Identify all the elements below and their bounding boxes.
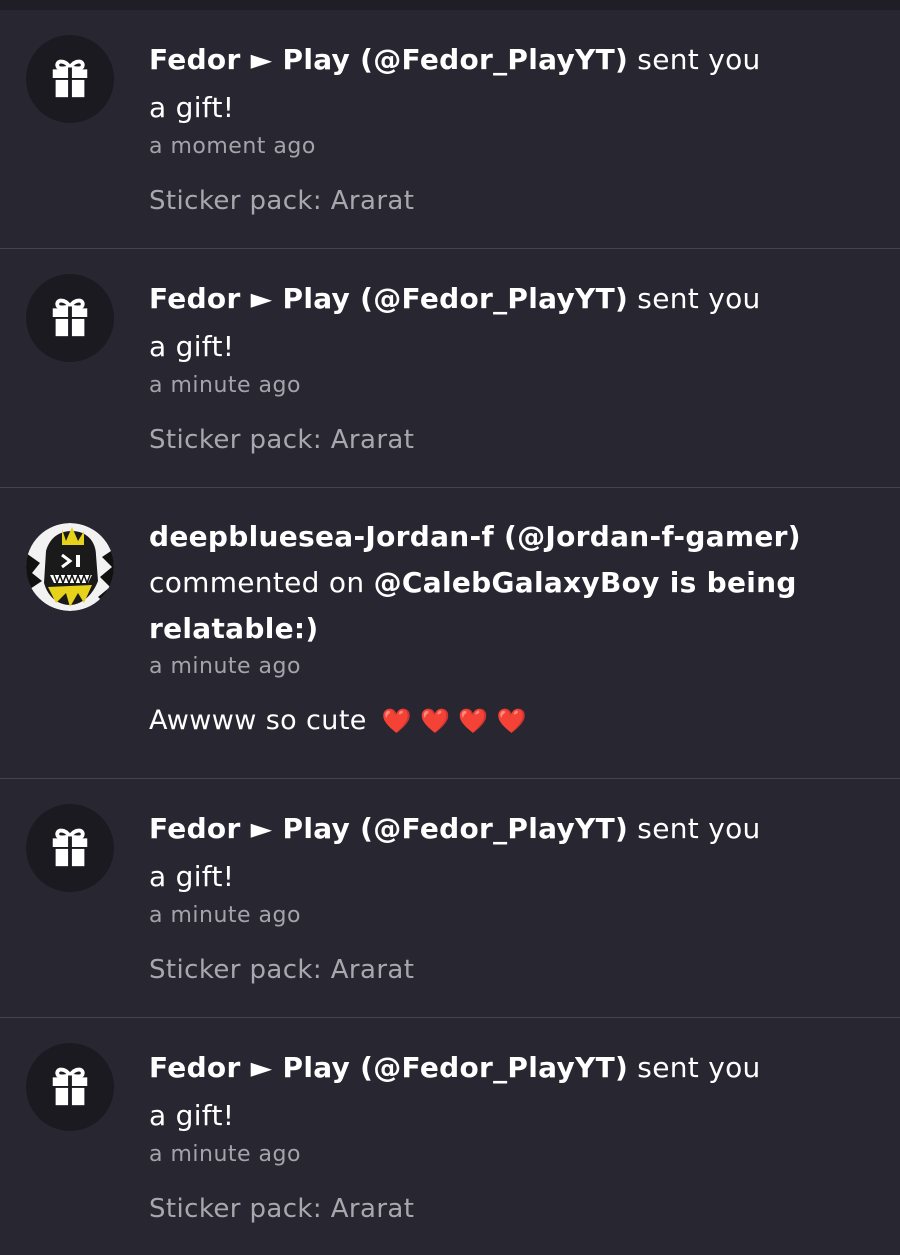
heart-emoji: ❤️ ❤️ ❤️ ❤️ bbox=[381, 707, 528, 735]
notification-list: Fedor ► Play (@Fedor_PlayYT) sent you a … bbox=[0, 10, 900, 1255]
comment-text: Awwww so cute ❤️ ❤️ ❤️ ❤️ bbox=[149, 704, 840, 738]
notification-text: Fedor ► Play (@Fedor_PlayYT) sent you a … bbox=[149, 36, 840, 132]
actor-name[interactable]: Fedor ► Play (@Fedor_PlayYT) bbox=[149, 43, 628, 76]
notification-item[interactable]: Fedor ► Play (@Fedor_PlayYT) sent you a … bbox=[0, 1018, 900, 1255]
notification-text: deepbluesea-Jordan-f (@Jordan-f-gamer) c… bbox=[149, 514, 840, 652]
notification-text: Fedor ► Play (@Fedor_PlayYT) sent you a … bbox=[149, 1044, 840, 1140]
action-text: sent you bbox=[628, 812, 761, 845]
comment-body: Awwww so cute bbox=[149, 705, 367, 736]
gift-icon bbox=[52, 828, 88, 869]
timestamp: a moment ago bbox=[149, 134, 316, 159]
notification-text: Fedor ► Play (@Fedor_PlayYT) sent you a … bbox=[149, 805, 840, 901]
gift-avatar bbox=[26, 35, 114, 123]
notification-text: Fedor ► Play (@Fedor_PlayYT) sent you a … bbox=[149, 275, 840, 371]
action-text: sent you bbox=[628, 282, 761, 315]
notification-item[interactable]: deepbluesea-Jordan-f (@Jordan-f-gamer) c… bbox=[0, 488, 900, 779]
gift-detail: Sticker pack: Ararat bbox=[149, 1194, 415, 1224]
gift-icon bbox=[52, 1067, 88, 1108]
actor-name[interactable]: Fedor ► Play (@Fedor_PlayYT) bbox=[149, 1051, 628, 1084]
actor-name[interactable]: Fedor ► Play (@Fedor_PlayYT) bbox=[149, 282, 628, 315]
gift-avatar bbox=[26, 274, 114, 362]
action-text: commented on bbox=[149, 566, 374, 599]
actor-name[interactable]: deepbluesea-Jordan-f (@Jordan-f-gamer) bbox=[149, 520, 801, 553]
gift-icon bbox=[52, 59, 88, 100]
top-bar bbox=[0, 0, 900, 10]
timestamp: a minute ago bbox=[149, 654, 301, 679]
action-text: sent you bbox=[628, 43, 761, 76]
notification-item[interactable]: Fedor ► Play (@Fedor_PlayYT) sent you a … bbox=[0, 10, 900, 249]
action-text: sent you bbox=[628, 1051, 761, 1084]
notification-item[interactable]: Fedor ► Play (@Fedor_PlayYT) sent you a … bbox=[0, 779, 900, 1018]
action-text-2: a gift! bbox=[149, 860, 235, 893]
gift-icon bbox=[52, 298, 88, 339]
user-avatar[interactable] bbox=[26, 523, 114, 611]
actor-name[interactable]: Fedor ► Play (@Fedor_PlayYT) bbox=[149, 812, 628, 845]
gift-avatar bbox=[26, 804, 114, 892]
action-text-2: a gift! bbox=[149, 91, 235, 124]
action-text-2: a gift! bbox=[149, 330, 235, 363]
gift-detail: Sticker pack: Ararat bbox=[149, 425, 415, 455]
timestamp: a minute ago bbox=[149, 373, 301, 398]
character-avatar-image bbox=[26, 523, 114, 611]
action-text-2: a gift! bbox=[149, 1099, 235, 1132]
notification-item[interactable]: Fedor ► Play (@Fedor_PlayYT) sent you a … bbox=[0, 249, 900, 488]
timestamp: a minute ago bbox=[149, 1142, 301, 1167]
gift-detail: Sticker pack: Ararat bbox=[149, 955, 415, 985]
timestamp: a minute ago bbox=[149, 903, 301, 928]
gift-detail: Sticker pack: Ararat bbox=[149, 186, 415, 216]
gift-avatar bbox=[26, 1043, 114, 1131]
